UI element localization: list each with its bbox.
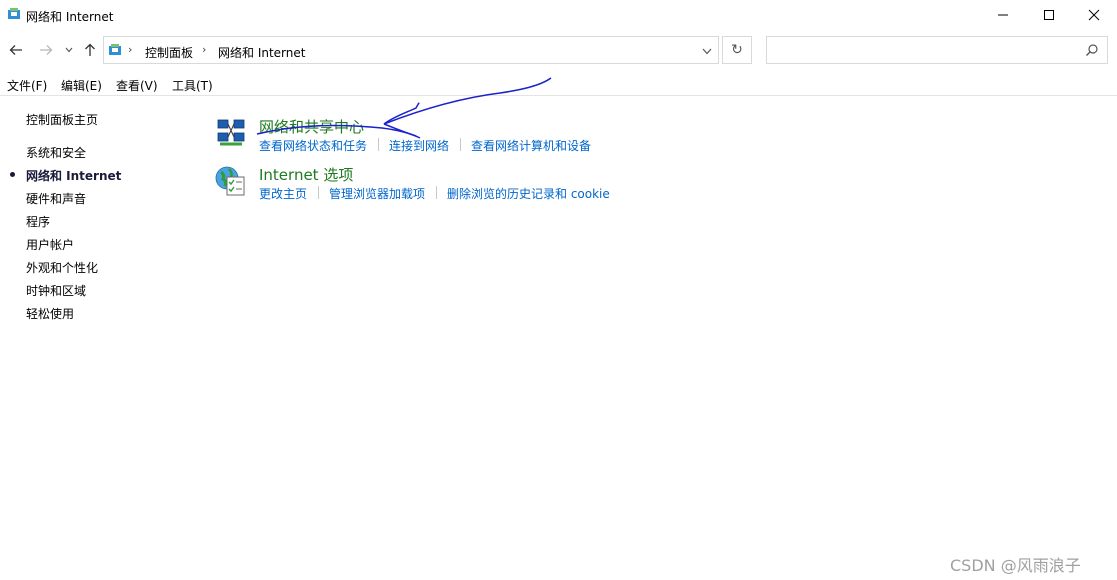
network-folder-icon	[8, 8, 20, 19]
sidebar-item-network-internet: 网络和 Internet	[26, 169, 122, 183]
network-sharing-center-icon[interactable]	[215, 117, 247, 149]
search-icon	[1086, 44, 1098, 56]
refresh-icon: ↻	[731, 42, 743, 58]
breadcrumb-separator: ›	[202, 43, 207, 56]
recent-locations-button[interactable]	[62, 40, 76, 60]
internet-options-icon[interactable]	[215, 165, 247, 197]
task-manage-add-ons[interactable]: 管理浏览器加载项	[329, 185, 425, 202]
arrow-left-icon	[9, 45, 22, 55]
refresh-button[interactable]: ↻	[722, 36, 752, 64]
breadcrumb-separator: ›	[128, 43, 133, 56]
task-divider	[460, 138, 461, 151]
minimize-icon	[998, 14, 1008, 16]
arrow-up-icon	[85, 43, 95, 56]
navigation-bar: › 控制面板 › 网络和 Internet ↻	[0, 34, 1117, 66]
task-delete-browsing-history[interactable]: 删除浏览的历史记录和 cookie	[447, 185, 610, 202]
arrow-right-icon	[40, 45, 53, 55]
close-icon	[1088, 9, 1100, 21]
sidebar-item-appearance[interactable]: 外观和个性化	[26, 259, 98, 276]
sidebar-item-programs[interactable]: 程序	[26, 213, 50, 230]
minimize-button[interactable]	[980, 0, 1026, 30]
chevron-down-icon	[65, 47, 73, 53]
menu-tools[interactable]: 工具(T)	[172, 77, 213, 94]
task-divider	[436, 186, 437, 199]
chevron-down-icon	[702, 48, 712, 55]
menu-view[interactable]: 查看(V)	[116, 77, 158, 94]
title-bar: 网络和 Internet	[0, 0, 1117, 30]
task-change-homepage[interactable]: 更改主页	[259, 185, 307, 202]
breadcrumb-control-panel[interactable]: 控制面板	[145, 44, 193, 61]
category-title-internet-options[interactable]: Internet 选项	[259, 164, 353, 185]
current-item-bullet	[10, 172, 15, 177]
sidebar-item-clock-region[interactable]: 时钟和区域	[26, 282, 86, 299]
up-button[interactable]	[80, 40, 100, 60]
search-input[interactable]	[771, 41, 1075, 61]
menu-edit[interactable]: 编辑(E)	[61, 77, 102, 94]
menu-file[interactable]: 文件(F)	[7, 77, 47, 94]
task-view-network-status[interactable]: 查看网络状态和任务	[259, 137, 367, 154]
sidebar-item-hardware-sound[interactable]: 硬件和声音	[26, 190, 86, 207]
control-panel-icon	[109, 44, 121, 55]
address-dropdown-button[interactable]	[702, 44, 712, 58]
search-box[interactable]	[766, 36, 1108, 64]
task-divider	[318, 186, 319, 199]
sidebar-item-ease-of-access[interactable]: 轻松使用	[26, 305, 74, 322]
menu-bar: 文件(F) 编辑(E) 查看(V) 工具(T)	[0, 74, 1117, 96]
task-divider	[378, 138, 379, 151]
sidebar-item-system-security[interactable]: 系统和安全	[26, 144, 86, 161]
sidebar-item-control-panel-home[interactable]: 控制面板主页	[26, 111, 98, 128]
back-button[interactable]	[6, 40, 26, 60]
task-view-network-computers[interactable]: 查看网络计算机和设备	[471, 137, 591, 154]
close-button[interactable]	[1071, 0, 1117, 30]
maximize-icon	[1044, 10, 1054, 20]
breadcrumb-network-internet[interactable]: 网络和 Internet	[218, 44, 305, 61]
category-title-network-sharing-center[interactable]: 网络和共享中心	[259, 116, 364, 137]
maximize-button[interactable]	[1026, 0, 1072, 30]
window-title: 网络和 Internet	[26, 10, 114, 24]
task-connect-to-network[interactable]: 连接到网络	[389, 137, 449, 154]
address-bar[interactable]: › 控制面板 › 网络和 Internet	[103, 36, 719, 64]
watermark: CSDN @风雨浪子	[950, 556, 1081, 575]
sidebar-item-user-accounts[interactable]: 用户帐户	[26, 236, 74, 253]
forward-button[interactable]	[36, 40, 56, 60]
